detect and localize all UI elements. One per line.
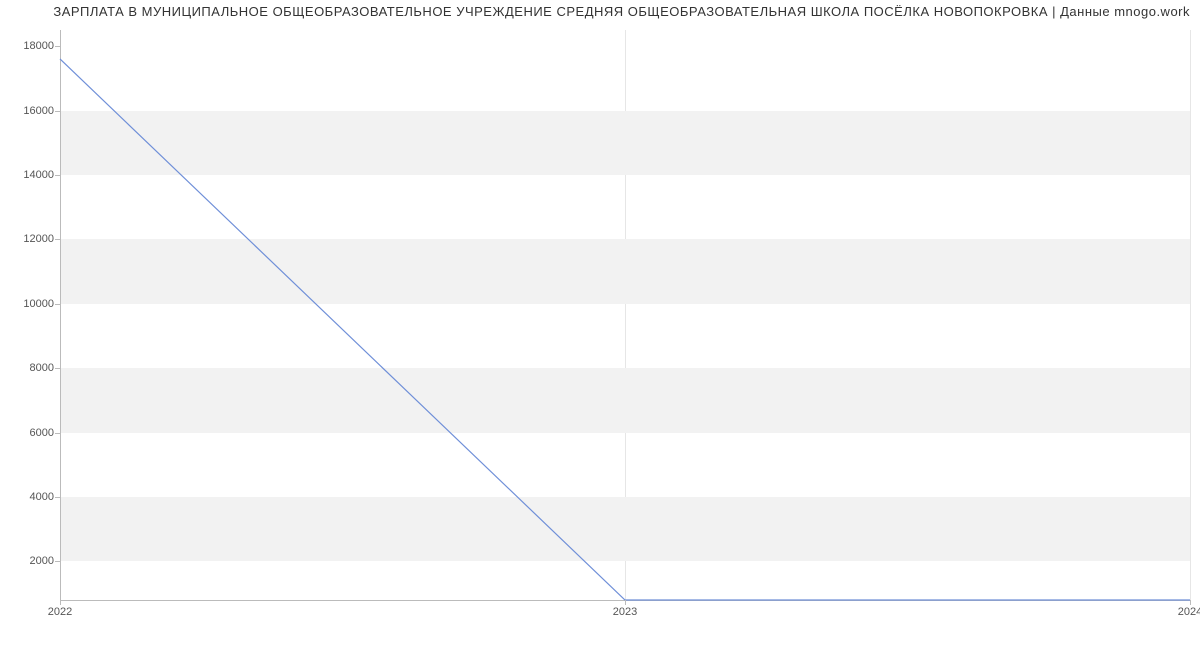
y-tick-label: 2000	[4, 555, 54, 567]
plot-area: 202220232024	[60, 30, 1190, 601]
x-tick-mark	[1190, 600, 1191, 605]
y-tick-label: 10000	[4, 298, 54, 310]
y-tick-mark	[55, 239, 60, 240]
x-tick-label: 2022	[48, 606, 72, 618]
salary-line-chart: ЗАРПЛАТА В МУНИЦИПАЛЬНОЕ ОБЩЕОБРАЗОВАТЕЛ…	[0, 0, 1200, 650]
y-tick-label: 14000	[4, 169, 54, 181]
y-tick-mark	[55, 368, 60, 369]
y-tick-label: 16000	[4, 105, 54, 117]
y-tick-label: 18000	[4, 40, 54, 52]
chart-title: ЗАРПЛАТА В МУНИЦИПАЛЬНОЕ ОБЩЕОБРАЗОВАТЕЛ…	[10, 4, 1190, 19]
y-tick-mark	[55, 175, 60, 176]
y-tick-mark	[55, 497, 60, 498]
x-gridline	[1190, 30, 1191, 600]
x-tick-mark	[60, 600, 61, 605]
y-tick-label: 4000	[4, 491, 54, 503]
y-tick-mark	[55, 111, 60, 112]
y-tick-label: 6000	[4, 427, 54, 439]
x-tick-label: 2023	[613, 606, 637, 618]
line-layer	[60, 30, 1190, 600]
y-tick-label: 8000	[4, 362, 54, 374]
x-tick-mark	[625, 600, 626, 605]
y-tick-mark	[55, 304, 60, 305]
y-tick-mark	[55, 561, 60, 562]
series-salary	[60, 59, 1190, 600]
y-tick-mark	[55, 46, 60, 47]
y-tick-mark	[55, 433, 60, 434]
y-tick-label: 12000	[4, 233, 54, 245]
x-tick-label: 2024	[1178, 606, 1200, 618]
